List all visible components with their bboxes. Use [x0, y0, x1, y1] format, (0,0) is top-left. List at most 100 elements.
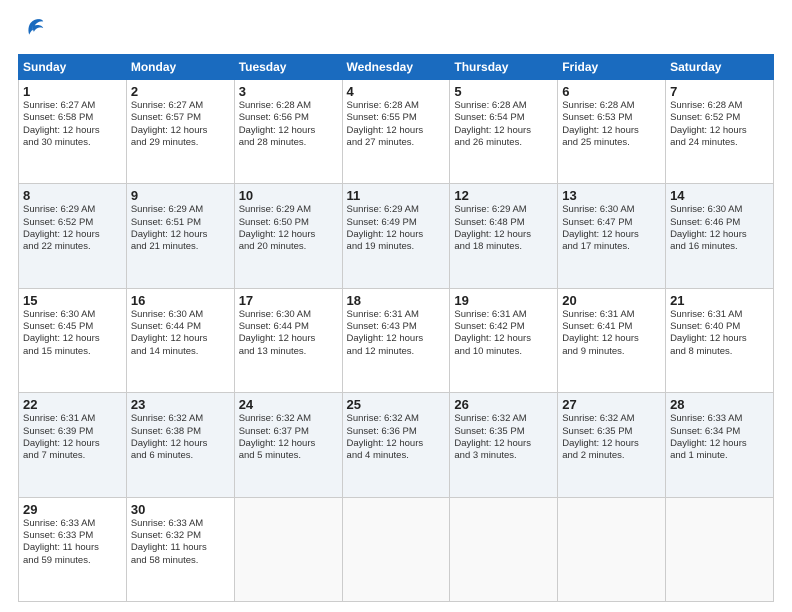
day-info-line: and 26 minutes. — [454, 137, 553, 149]
day-info-line: Sunset: 6:34 PM — [670, 426, 769, 438]
day-number: 5 — [454, 84, 553, 99]
day-info-line: Sunset: 6:43 PM — [347, 321, 446, 333]
day-info-line: Daylight: 12 hours — [347, 333, 446, 345]
day-info-line: Sunrise: 6:28 AM — [562, 100, 661, 112]
calendar-cell: 18Sunrise: 6:31 AMSunset: 6:43 PMDayligh… — [342, 288, 450, 392]
day-info-line: Sunrise: 6:29 AM — [347, 204, 446, 216]
day-info-line: Daylight: 12 hours — [454, 125, 553, 137]
day-info-line: Daylight: 12 hours — [239, 438, 338, 450]
day-info-line: and 30 minutes. — [23, 137, 122, 149]
day-info-line: and 19 minutes. — [347, 241, 446, 253]
day-info-line: and 18 minutes. — [454, 241, 553, 253]
day-info-line: Sunset: 6:54 PM — [454, 112, 553, 124]
day-info-line: Sunset: 6:53 PM — [562, 112, 661, 124]
day-info-line: Sunrise: 6:31 AM — [23, 413, 122, 425]
day-info-line: Sunrise: 6:29 AM — [239, 204, 338, 216]
day-info-line: Daylight: 12 hours — [131, 125, 230, 137]
calendar-cell: 27Sunrise: 6:32 AMSunset: 6:35 PMDayligh… — [558, 393, 666, 497]
day-info-line: Sunset: 6:58 PM — [23, 112, 122, 124]
day-number: 27 — [562, 397, 661, 412]
day-info-line: Sunrise: 6:27 AM — [23, 100, 122, 112]
day-info-line: Sunrise: 6:33 AM — [670, 413, 769, 425]
day-number: 13 — [562, 188, 661, 203]
day-info-line: Daylight: 12 hours — [23, 125, 122, 137]
day-info-line: Sunrise: 6:31 AM — [347, 309, 446, 321]
calendar-body: 1Sunrise: 6:27 AMSunset: 6:58 PMDaylight… — [19, 80, 774, 602]
day-info-line: Sunset: 6:48 PM — [454, 217, 553, 229]
day-info-line: Sunrise: 6:32 AM — [239, 413, 338, 425]
weekday-header: Wednesday — [342, 55, 450, 80]
day-number: 29 — [23, 502, 122, 517]
day-number: 18 — [347, 293, 446, 308]
day-info-line: Sunset: 6:44 PM — [239, 321, 338, 333]
day-info-line: and 8 minutes. — [670, 346, 769, 358]
weekday-header: Monday — [126, 55, 234, 80]
day-info-line: and 3 minutes. — [454, 450, 553, 462]
calendar-week-row: 22Sunrise: 6:31 AMSunset: 6:39 PMDayligh… — [19, 393, 774, 497]
day-number: 6 — [562, 84, 661, 99]
day-info-line: Daylight: 12 hours — [131, 333, 230, 345]
day-number: 15 — [23, 293, 122, 308]
day-info-line: and 59 minutes. — [23, 555, 122, 567]
calendar-cell: 11Sunrise: 6:29 AMSunset: 6:49 PMDayligh… — [342, 184, 450, 288]
day-info-line: Daylight: 12 hours — [347, 125, 446, 137]
day-info-line: Daylight: 12 hours — [239, 125, 338, 137]
day-info-line: Daylight: 12 hours — [131, 438, 230, 450]
calendar-header-row: SundayMondayTuesdayWednesdayThursdayFrid… — [19, 55, 774, 80]
calendar-cell: 13Sunrise: 6:30 AMSunset: 6:47 PMDayligh… — [558, 184, 666, 288]
day-info-line: and 16 minutes. — [670, 241, 769, 253]
day-number: 7 — [670, 84, 769, 99]
calendar-cell: 16Sunrise: 6:30 AMSunset: 6:44 PMDayligh… — [126, 288, 234, 392]
day-info-line: Sunrise: 6:31 AM — [670, 309, 769, 321]
day-info-line: Daylight: 11 hours — [131, 542, 230, 554]
day-number: 11 — [347, 188, 446, 203]
day-info-line: Sunset: 6:52 PM — [670, 112, 769, 124]
day-info-line: Daylight: 12 hours — [23, 438, 122, 450]
day-info-line: Sunrise: 6:27 AM — [131, 100, 230, 112]
calendar-cell: 15Sunrise: 6:30 AMSunset: 6:45 PMDayligh… — [19, 288, 127, 392]
day-info-line: Sunset: 6:41 PM — [562, 321, 661, 333]
day-info-line: and 27 minutes. — [347, 137, 446, 149]
weekday-header: Friday — [558, 55, 666, 80]
day-info-line: Sunrise: 6:29 AM — [454, 204, 553, 216]
day-info-line: Daylight: 12 hours — [670, 438, 769, 450]
calendar-cell — [234, 497, 342, 601]
calendar-cell: 24Sunrise: 6:32 AMSunset: 6:37 PMDayligh… — [234, 393, 342, 497]
calendar-week-row: 8Sunrise: 6:29 AMSunset: 6:52 PMDaylight… — [19, 184, 774, 288]
day-info-line: and 9 minutes. — [562, 346, 661, 358]
day-info-line: Sunrise: 6:30 AM — [23, 309, 122, 321]
day-number: 23 — [131, 397, 230, 412]
day-info-line: Daylight: 12 hours — [670, 125, 769, 137]
calendar-cell: 8Sunrise: 6:29 AMSunset: 6:52 PMDaylight… — [19, 184, 127, 288]
logo — [18, 16, 50, 44]
day-number: 12 — [454, 188, 553, 203]
calendar-cell: 2Sunrise: 6:27 AMSunset: 6:57 PMDaylight… — [126, 80, 234, 184]
day-info-line: and 7 minutes. — [23, 450, 122, 462]
day-info-line: Sunrise: 6:30 AM — [562, 204, 661, 216]
day-info-line: Sunset: 6:38 PM — [131, 426, 230, 438]
day-info-line: Sunrise: 6:33 AM — [23, 518, 122, 530]
day-info-line: and 22 minutes. — [23, 241, 122, 253]
day-info-line: Sunset: 6:35 PM — [454, 426, 553, 438]
day-number: 21 — [670, 293, 769, 308]
weekday-header: Tuesday — [234, 55, 342, 80]
day-info-line: Sunset: 6:39 PM — [23, 426, 122, 438]
day-info-line: and 10 minutes. — [454, 346, 553, 358]
day-info-line: Sunrise: 6:31 AM — [562, 309, 661, 321]
calendar-cell: 3Sunrise: 6:28 AMSunset: 6:56 PMDaylight… — [234, 80, 342, 184]
calendar-cell: 7Sunrise: 6:28 AMSunset: 6:52 PMDaylight… — [666, 80, 774, 184]
day-info-line: Daylight: 12 hours — [454, 438, 553, 450]
day-number: 30 — [131, 502, 230, 517]
day-info-line: Daylight: 12 hours — [23, 229, 122, 241]
day-number: 19 — [454, 293, 553, 308]
day-info-line: Sunrise: 6:32 AM — [454, 413, 553, 425]
day-info-line: and 21 minutes. — [131, 241, 230, 253]
day-number: 16 — [131, 293, 230, 308]
calendar-cell: 10Sunrise: 6:29 AMSunset: 6:50 PMDayligh… — [234, 184, 342, 288]
calendar-cell: 14Sunrise: 6:30 AMSunset: 6:46 PMDayligh… — [666, 184, 774, 288]
day-number: 14 — [670, 188, 769, 203]
calendar-cell: 28Sunrise: 6:33 AMSunset: 6:34 PMDayligh… — [666, 393, 774, 497]
header — [18, 16, 774, 44]
day-info-line: Sunset: 6:32 PM — [131, 530, 230, 542]
calendar-table: SundayMondayTuesdayWednesdayThursdayFrid… — [18, 54, 774, 602]
